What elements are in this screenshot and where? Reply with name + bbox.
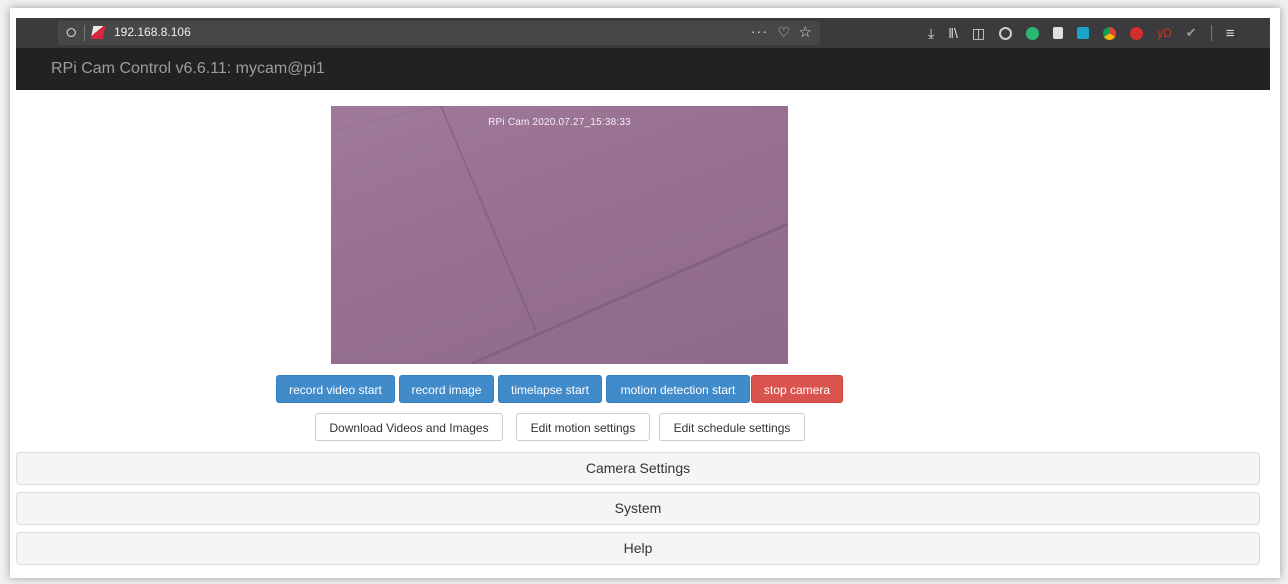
toolbar-separator <box>1210 25 1212 41</box>
browser-toolbar: ⭘ 192.168.8.106 ··· ♡ ☆ ⤓ ‖\ ◫ yD ✔ ≡ <box>16 18 1270 48</box>
insecure-connection-icon[interactable] <box>90 26 106 39</box>
notes-icon[interactable] <box>1053 27 1064 39</box>
motion-detection-start-button[interactable]: motion detection start <box>606 375 750 403</box>
stop-camera-button[interactable]: stop camera <box>751 375 843 403</box>
camera-settings-panel[interactable]: Camera Settings <box>16 452 1260 485</box>
extension-teal-icon[interactable] <box>1077 27 1090 39</box>
toolbar-icon-group: ⤓ ‖\ ◫ yD ✔ ≡ <box>928 23 1234 43</box>
extension-green-icon[interactable] <box>1026 26 1040 40</box>
hamburger-menu-icon[interactable]: ≡ <box>1226 25 1235 42</box>
preview-timestamp-overlay: RPi Cam 2020.07.27_15:38:33 <box>488 117 631 128</box>
download-icon[interactable]: ⤓ <box>928 25 934 42</box>
download-videos-images-button[interactable]: Download Videos and Images <box>315 413 503 441</box>
address-bar[interactable]: ⭘ 192.168.8.106 ··· ♡ ☆ <box>58 21 820 45</box>
help-panel[interactable]: Help <box>16 532 1260 565</box>
edit-schedule-settings-button[interactable]: Edit schedule settings <box>659 413 805 441</box>
pocket-icon[interactable]: ♡ <box>777 24 790 41</box>
edit-motion-settings-button[interactable]: Edit motion settings <box>516 413 650 441</box>
ceiling-lines <box>331 106 788 364</box>
sidebar-icon[interactable]: ◫ <box>972 25 985 42</box>
account-icon[interactable] <box>999 26 1013 40</box>
page-actions-menu-icon[interactable]: ··· <box>751 23 768 39</box>
timelapse-start-button[interactable]: timelapse start <box>498 375 602 403</box>
app-navbar: RPi Cam Control v6.6.11: mycam@pi1 <box>16 48 1270 90</box>
record-image-button[interactable]: record image <box>399 375 494 403</box>
adblock-icon[interactable] <box>1130 26 1144 40</box>
system-panel[interactable]: System <box>16 492 1260 525</box>
yd-extension-icon[interactable]: yD <box>1157 26 1172 40</box>
library-icon[interactable]: ‖\ <box>948 25 958 41</box>
address-url[interactable]: 192.168.8.106 <box>114 25 191 39</box>
record-video-start-button[interactable]: record video start <box>276 375 395 403</box>
camera-preview[interactable]: RPi Cam 2020.07.27_15:38:33 <box>331 106 788 364</box>
chrome-icon[interactable] <box>1103 26 1117 40</box>
address-bar-separator <box>84 25 85 41</box>
check-icon[interactable]: ✔ <box>1186 25 1197 41</box>
tracking-shield-icon[interactable]: ⭘ <box>66 25 76 41</box>
app-brand-title[interactable]: RPi Cam Control v6.6.11: mycam@pi1 <box>51 60 325 78</box>
bookmark-star-icon[interactable]: ☆ <box>799 23 812 41</box>
